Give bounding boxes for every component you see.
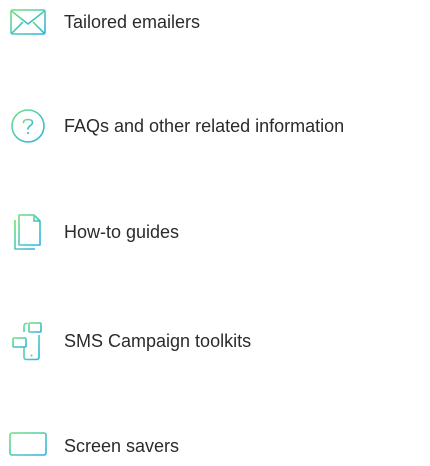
envelope-icon <box>8 2 48 42</box>
list-item-sms-campaign-toolkits: SMS Campaign toolkits <box>8 321 428 361</box>
list-item-tailored-emailers: Tailored emailers <box>8 2 428 42</box>
list-item-screen-savers: Screen savers <box>8 426 428 466</box>
list-item-label: How-to guides <box>64 222 180 242</box>
document-icon <box>8 212 48 252</box>
list-item-label: SMS Campaign toolkits <box>64 331 252 351</box>
list-item-label: Tailored emailers <box>64 12 201 32</box>
monitor-icon <box>8 426 48 466</box>
list-item-label: Screen savers <box>64 436 180 456</box>
list-item-label: FAQs and other related information <box>64 116 345 136</box>
resource-list: Tailored emailers FAQs and other related… <box>0 0 430 461</box>
phone-message-icon <box>8 321 48 361</box>
list-item-faqs: FAQs and other related information <box>8 106 428 146</box>
list-item-how-to-guides: How-to guides <box>8 212 428 252</box>
question-circle-icon <box>8 106 48 146</box>
